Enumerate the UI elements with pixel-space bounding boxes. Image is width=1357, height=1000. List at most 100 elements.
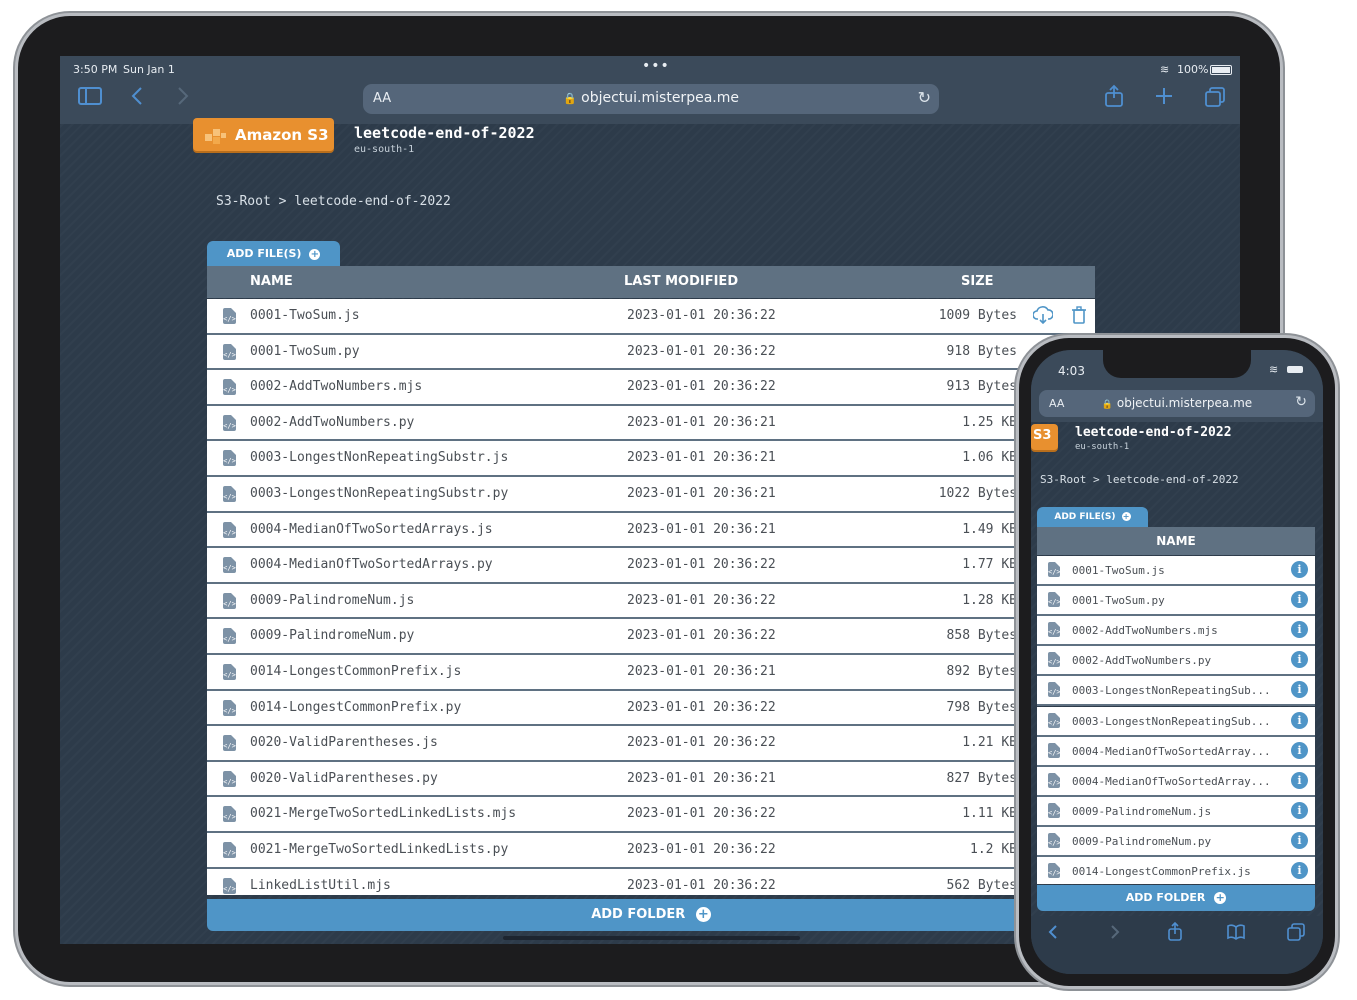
file-name[interactable]: 0004-MedianOfTwoSortedArrays.py: [250, 557, 493, 572]
bookmarks-icon[interactable]: [1226, 924, 1246, 944]
info-icon[interactable]: i: [1291, 651, 1308, 669]
file-modified: 2023-01-01 20:36:22: [627, 842, 776, 857]
table-row[interactable]: </> 0004-MedianOfTwoSortedArrays.py 2023-0…: [207, 548, 1095, 584]
file-size: 858 Bytes: [946, 628, 1017, 644]
table-row[interactable]: </> 0003-LongestNonRepeatingSubstr.py 2023…: [207, 477, 1095, 513]
delete-trash-icon[interactable]: [1071, 306, 1087, 328]
file-name[interactable]: 0002-AddTwoNumbers.py: [250, 415, 414, 430]
file-name[interactable]: 0003-LongestNonRepeatingSub...: [1072, 715, 1271, 728]
file-name[interactable]: 0003-LongestNonRepeatingSubstr.js: [250, 450, 508, 465]
table-row[interactable]: </> 0003-LongestNonRepeatingSubstr.js 2023…: [207, 441, 1095, 477]
column-name-header[interactable]: NAME: [250, 274, 293, 289]
forward-chevron-icon[interactable]: [176, 86, 190, 111]
table-row[interactable]: </> 0004-MedianOfTwoSortedArray... i: [1037, 736, 1315, 767]
file-name[interactable]: 0004-MedianOfTwoSortedArray...: [1072, 775, 1271, 788]
table-row[interactable]: </> 0009-PalindromeNum.py i: [1037, 826, 1315, 857]
table-row[interactable]: </> 0009-PalindromeNum.js i: [1037, 796, 1315, 827]
sidebar-toggle-icon[interactable]: [78, 86, 102, 111]
file-name[interactable]: 0004-MedianOfTwoSortedArray...: [1072, 745, 1271, 758]
table-row[interactable]: </> 0001-TwoSum.py i: [1037, 586, 1315, 617]
forward-chevron-icon[interactable]: [1109, 924, 1121, 944]
table-row[interactable]: </> 0002-AddTwoNumbers.py 2023-01-01 20:36…: [207, 405, 1095, 442]
file-name[interactable]: 0021-MergeTwoSortedLinkedLists.mjs: [250, 806, 516, 821]
file-name[interactable]: 0020-ValidParentheses.js: [250, 735, 438, 750]
column-size-header[interactable]: SIZE: [961, 274, 994, 289]
add-folder-button[interactable]: ADD FOLDER +: [207, 899, 1095, 931]
file-name[interactable]: 0014-LongestCommonPrefix.js: [1072, 865, 1251, 878]
file-name[interactable]: 0003-LongestNonRepeatingSubstr.py: [250, 486, 508, 501]
file-name[interactable]: 0001-TwoSum.py: [250, 344, 360, 359]
table-row[interactable]: </> 0009-PalindromeNum.js 2023-01-01 20:36…: [207, 583, 1095, 620]
back-chevron-icon[interactable]: [1047, 924, 1059, 944]
file-name[interactable]: 0014-LongestCommonPrefix.js: [250, 664, 461, 679]
info-icon[interactable]: i: [1291, 591, 1308, 609]
info-icon[interactable]: i: [1291, 831, 1308, 849]
info-icon[interactable]: i: [1291, 621, 1308, 639]
reload-icon[interactable]: ↻: [1295, 394, 1307, 410]
multitask-dots-icon[interactable]: •••: [642, 58, 670, 74]
table-row[interactable]: </> 0004-MedianOfTwoSortedArray... i: [1037, 766, 1315, 797]
info-icon[interactable]: i: [1291, 862, 1308, 879]
new-tab-plus-icon[interactable]: [1154, 86, 1174, 111]
file-name[interactable]: 0001-TwoSum.py: [1072, 594, 1165, 607]
table-row[interactable]: </> 0014-LongestCommonPrefix.js 2023-01-01…: [207, 655, 1095, 691]
add-files-button[interactable]: ADD FILE(S) +: [207, 241, 340, 266]
breadcrumb[interactable]: S3-Root > leetcode-end-of-2022: [1040, 473, 1239, 486]
file-name[interactable]: 0021-MergeTwoSortedLinkedLists.py: [250, 842, 508, 857]
column-modified-header[interactable]: LAST MODIFIED: [624, 274, 738, 289]
tabs-overview-icon[interactable]: [1204, 86, 1226, 113]
address-bar[interactable]: AA 🔒 objectui.misterpea.me ↻: [1039, 390, 1315, 417]
file-name[interactable]: 0004-MedianOfTwoSortedArrays.js: [250, 522, 493, 537]
info-icon[interactable]: i: [1291, 681, 1308, 699]
breadcrumb[interactable]: S3-Root > leetcode-end-of-2022: [216, 194, 451, 209]
file-name[interactable]: 0003-LongestNonRepeatingSub...: [1072, 684, 1271, 697]
file-name[interactable]: 0014-LongestCommonPrefix.py: [250, 700, 461, 715]
table-row[interactable]: </> 0009-PalindromeNum.py 2023-01-01 20:36…: [207, 619, 1095, 655]
info-icon[interactable]: i: [1291, 561, 1308, 578]
file-name[interactable]: 0002-AddTwoNumbers.mjs: [1072, 624, 1218, 637]
table-row[interactable]: </> 0014-LongestCommonPrefix.js i: [1037, 857, 1315, 884]
table-row[interactable]: </> 0001-TwoSum.js i: [1037, 556, 1315, 586]
table-row[interactable]: </> 0020-ValidParentheses.py 2023-01-01 20…: [207, 761, 1095, 798]
bucket-region: eu-south-1: [354, 144, 415, 155]
file-name[interactable]: 0009-PalindromeNum.js: [1072, 805, 1211, 818]
info-icon[interactable]: i: [1291, 711, 1308, 729]
table-row[interactable]: </> 0002-AddTwoNumbers.py i: [1037, 646, 1315, 677]
table-row[interactable]: </> 0001-TwoSum.py 2023-01-01 20:36:22 918 …: [207, 334, 1095, 371]
info-icon[interactable]: i: [1291, 801, 1308, 819]
add-files-button[interactable]: ADD FILE(S) +: [1037, 507, 1148, 527]
table-row[interactable]: </> 0003-LongestNonRepeatingSub... i: [1037, 706, 1315, 737]
table-row[interactable]: </> 0002-AddTwoNumbers.mjs 2023-01-01 20:3…: [207, 370, 1095, 406]
file-name[interactable]: LinkedListUtil.mjs: [250, 878, 391, 893]
file-name[interactable]: 0001-TwoSum.js: [1072, 564, 1165, 577]
share-icon[interactable]: [1104, 84, 1124, 113]
table-row[interactable]: </> 0004-MedianOfTwoSortedArrays.js 2023-0…: [207, 512, 1095, 549]
table-row[interactable]: </> 0002-AddTwoNumbers.mjs i: [1037, 616, 1315, 647]
table-row[interactable]: </> 0021-MergeTwoSortedLinkedLists.py 2023…: [207, 833, 1095, 869]
table-row[interactable]: </> 0014-LongestCommonPrefix.py 2023-01-01…: [207, 690, 1095, 727]
file-name[interactable]: 0009-PalindromeNum.py: [250, 628, 414, 643]
download-cloud-icon[interactable]: [1032, 306, 1054, 328]
tabs-overview-icon[interactable]: [1287, 923, 1305, 945]
table-row[interactable]: </> 0001-TwoSum.js 2023-01-01 20:36:22 1009…: [207, 299, 1095, 335]
code-file-icon: </>: [1048, 772, 1061, 788]
info-icon[interactable]: i: [1291, 741, 1308, 759]
table-row[interactable]: </> 0003-LongestNonRepeatingSub... i: [1037, 676, 1315, 707]
file-name[interactable]: 0002-AddTwoNumbers.py: [1072, 654, 1211, 667]
add-folder-button[interactable]: ADD FOLDER +: [1037, 885, 1315, 911]
file-name[interactable]: 0020-ValidParentheses.py: [250, 771, 438, 786]
file-modified: 2023-01-01 20:36:22: [627, 699, 776, 715]
table-row[interactable]: </> 0020-ValidParentheses.js 2023-01-01 20…: [207, 726, 1095, 762]
file-name[interactable]: 0009-PalindromeNum.py: [1072, 835, 1211, 848]
column-name-header[interactable]: NAME: [1156, 534, 1195, 548]
file-name[interactable]: 0009-PalindromeNum.js: [250, 593, 414, 608]
file-name[interactable]: 0001-TwoSum.js: [250, 308, 360, 323]
file-name[interactable]: 0002-AddTwoNumbers.mjs: [250, 379, 422, 394]
table-row[interactable]: </> 0021-MergeTwoSortedLinkedLists.mjs 202…: [207, 797, 1095, 833]
info-icon[interactable]: i: [1291, 771, 1308, 789]
address-bar[interactable]: AA 🔒 objectui.misterpea.me ↻: [363, 84, 939, 114]
share-icon[interactable]: [1167, 921, 1183, 946]
back-chevron-icon[interactable]: [130, 86, 144, 111]
table-row[interactable]: </> LinkedListUtil.mjs 2023-01-01 20:36:22…: [207, 868, 1095, 895]
reload-icon[interactable]: ↻: [918, 88, 931, 107]
